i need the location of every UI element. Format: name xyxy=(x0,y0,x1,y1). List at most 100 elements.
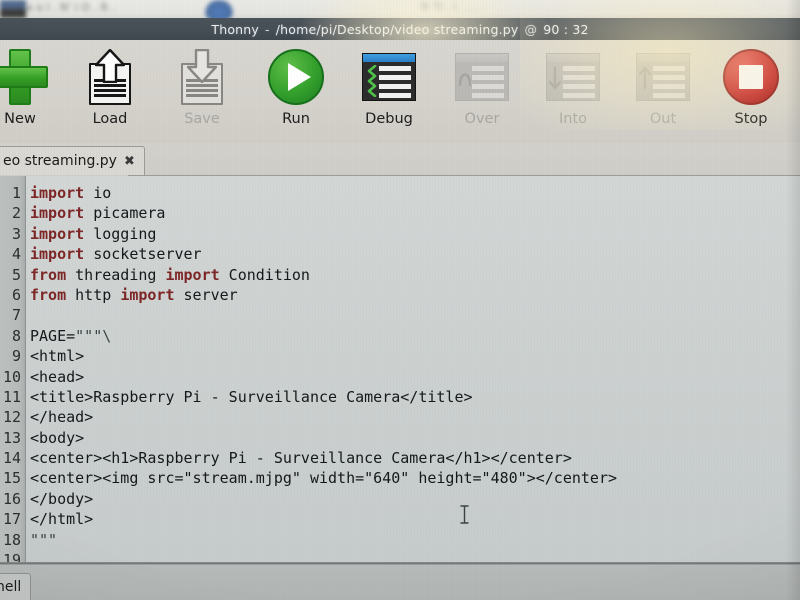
load-button[interactable]: Load xyxy=(62,44,158,140)
play-circle-icon xyxy=(265,46,327,108)
code-line: import io xyxy=(30,183,800,203)
background-taskbar-chip xyxy=(0,0,26,18)
debug-icon xyxy=(358,46,420,108)
debug-button[interactable]: Debug xyxy=(341,44,437,140)
line-numbers: 1 2 3 4 5 6 7 8 9 10 11 12 13 14 15 16 17 18 19 xyxy=(3,183,21,563)
line-number: 17 xyxy=(2,510,21,529)
code-token: </html> xyxy=(30,510,94,529)
code-line: import logging xyxy=(30,224,800,244)
code-line: <body> xyxy=(30,428,800,448)
code-line: import picamera xyxy=(30,203,800,223)
code-token: <head> xyxy=(30,367,85,386)
step-into-button[interactable]: Into xyxy=(525,44,621,140)
stop-button[interactable]: Stop xyxy=(703,44,799,140)
code-line: </head> xyxy=(30,407,800,427)
code-token: from xyxy=(30,265,67,284)
code-line: import socketserver xyxy=(30,244,800,264)
stop-button-label: Stop xyxy=(734,111,768,127)
floppy-down-icon xyxy=(171,46,233,108)
line-number: 10 xyxy=(2,367,21,386)
run-button[interactable]: Run xyxy=(248,44,344,140)
shell-panel: hell xyxy=(0,565,800,600)
step-into-button-label: Into xyxy=(558,111,588,127)
line-number: 1 xyxy=(11,184,21,202)
background-ghost-text-left: a o l . N' l O . R . xyxy=(26,1,116,14)
line-number-gutter: 1 2 3 4 5 6 7 8 9 10 11 12 13 14 15 16 17 18 19 xyxy=(0,176,26,563)
close-icon[interactable]: ✖ xyxy=(124,155,135,168)
save-button[interactable]: Save xyxy=(154,44,250,140)
editor-tab-video-streaming[interactable]: eo streaming.py ✖ xyxy=(0,146,145,175)
code-token: </body> xyxy=(30,489,94,508)
cursor-position-label: 90 : 32 xyxy=(543,21,589,37)
line-number: 11 xyxy=(2,387,21,406)
code-line: <title>Raspberry Pi - Surveillance Camer… xyxy=(30,387,800,407)
load-button-label: Load xyxy=(92,111,128,127)
code-token: import xyxy=(165,265,220,284)
line-number: 15 xyxy=(2,469,21,488)
code-token: Condition xyxy=(219,265,310,284)
line-number: 16 xyxy=(2,489,21,508)
code-token: import xyxy=(120,285,175,304)
shell-tab[interactable]: hell xyxy=(0,573,32,600)
window-titlebar[interactable]: Thonny - /home/pi/Desktop/video streamin… xyxy=(0,18,800,40)
code-line: from threading import Condition xyxy=(30,265,800,285)
code-text[interactable]: import io import picamera import logging im… xyxy=(30,183,800,563)
code-token: picamera xyxy=(84,204,166,223)
step-out-button[interactable]: Out xyxy=(615,44,711,140)
main-toolbar: New Load Save Run Debug Over Into Out St… xyxy=(0,40,800,143)
line-number: 3 xyxy=(11,224,21,243)
file-path-label: /home/pi/Desktop/video streaming.py xyxy=(275,21,519,37)
code-line: from http import server xyxy=(30,285,800,305)
code-token: threading xyxy=(66,265,166,284)
stop-circle-icon xyxy=(720,46,782,108)
save-button-label: Save xyxy=(184,111,220,127)
step-into-icon xyxy=(542,46,604,108)
code-token: logging xyxy=(84,224,157,243)
code-line: <center><img src="stream.mjpg" width="64… xyxy=(30,468,800,488)
step-out-icon xyxy=(632,46,694,108)
plus-icon xyxy=(0,46,51,108)
line-number: 12 xyxy=(2,408,21,427)
code-token: io xyxy=(84,184,112,202)
window-title: Thonny - /home/pi/Desktop/video streamin… xyxy=(211,22,588,37)
code-line: </html> xyxy=(30,509,800,529)
line-number: 4 xyxy=(11,245,21,264)
code-line: <center><h1>Raspberry Pi - Surveillance … xyxy=(30,448,800,468)
line-number: 13 xyxy=(2,428,21,447)
shell-tab-label: hell xyxy=(0,579,22,595)
code-token: import xyxy=(30,224,85,243)
editor-tab-label: eo streaming.py xyxy=(3,153,117,169)
background-ghost-text-right: Tr Tl . l . . . xyxy=(420,1,478,14)
code-token: <html> xyxy=(30,347,85,366)
floppy-up-icon xyxy=(79,46,141,108)
line-number: 5 xyxy=(11,265,21,284)
code-token: """\ xyxy=(75,326,112,345)
title-separator: - xyxy=(265,21,270,37)
code-token: import xyxy=(30,245,85,264)
code-line: PAGE="""\ xyxy=(30,326,800,346)
code-token: socketserver xyxy=(84,245,202,264)
app-name-label: Thonny xyxy=(211,21,260,37)
code-token: <body> xyxy=(30,428,85,447)
code-line: </body> xyxy=(30,489,800,509)
line-number: 8 xyxy=(11,326,21,345)
code-token: <title>Raspberry Pi - Surveillance Camer… xyxy=(30,387,473,406)
code-token: </head> xyxy=(30,408,94,427)
code-token: <center><img src="stream.mjpg" width="64… xyxy=(30,469,617,488)
new-button[interactable]: New xyxy=(0,44,68,140)
code-line: <head> xyxy=(30,367,800,387)
code-line: <html> xyxy=(30,346,800,366)
code-line: """ xyxy=(30,530,800,550)
step-over-icon xyxy=(451,46,513,108)
line-number: 6 xyxy=(11,285,21,304)
position-marker-label: @ xyxy=(524,21,538,37)
code-token: http xyxy=(66,285,121,304)
new-button-label: New xyxy=(4,111,36,127)
line-number: 2 xyxy=(11,204,21,223)
thonny-window: a o l . N' l O . R . Tr Tl . l . . . Tho… xyxy=(0,0,800,600)
code-editor[interactable]: 1 2 3 4 5 6 7 8 9 10 11 12 13 14 15 16 17 18 19 import io i… xyxy=(0,176,800,563)
step-over-button-label: Over xyxy=(464,111,500,127)
step-over-button[interactable]: Over xyxy=(434,44,530,140)
code-token: """ xyxy=(30,530,58,549)
